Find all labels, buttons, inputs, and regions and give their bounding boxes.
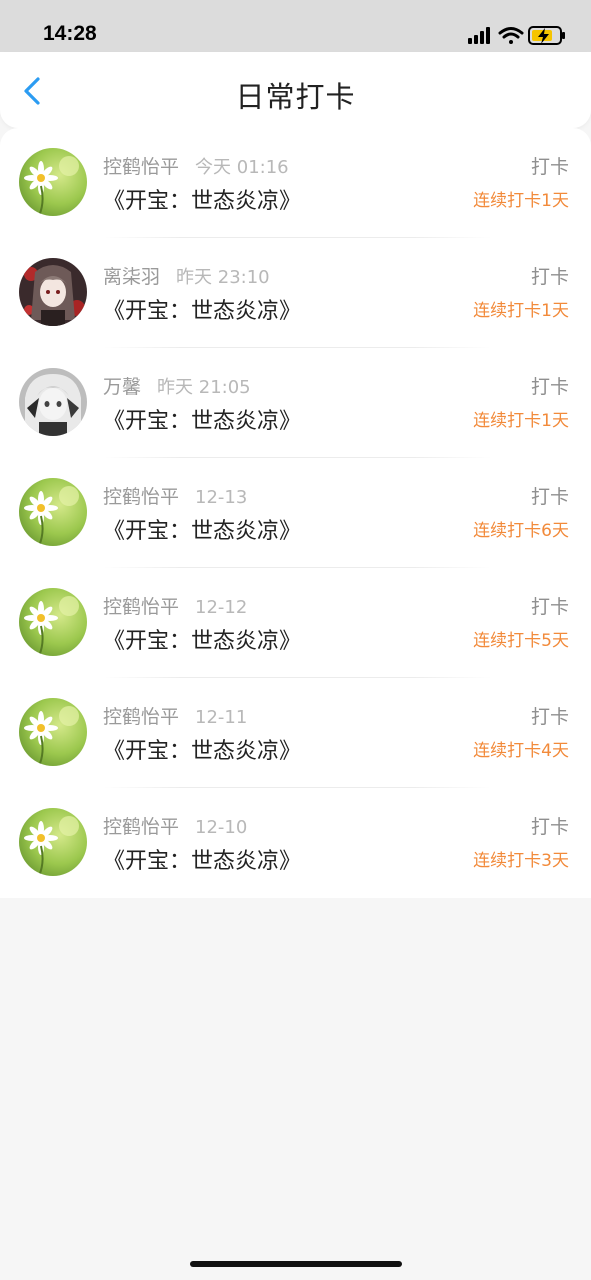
checkin-row[interactable]: 离柒羽 昨天 23:10 《开宝：世态炎凉》 打卡 连续打卡1天 bbox=[0, 238, 591, 348]
checkin-row[interactable]: 万馨 昨天 21:05 《开宝：世态炎凉》 打卡 连续打卡1天 bbox=[0, 348, 591, 458]
action-label: 打卡 bbox=[530, 706, 569, 728]
book-title: 《开宝：世态炎凉》 bbox=[103, 409, 302, 434]
streak-label: 连续打卡1天 bbox=[473, 411, 569, 431]
action-label: 打卡 bbox=[530, 816, 569, 838]
checkin-time: 昨天 23:10 bbox=[176, 267, 270, 288]
avatar[interactable] bbox=[19, 368, 87, 436]
wifi-icon bbox=[498, 27, 524, 44]
checkin-time: 昨天 21:05 bbox=[157, 377, 251, 398]
checkin-time: 12-10 bbox=[195, 817, 248, 838]
book-title: 《开宝：世态炎凉》 bbox=[103, 519, 302, 544]
nav-bar: 日常打卡 bbox=[0, 52, 591, 128]
status-time: 14:28 bbox=[43, 22, 97, 45]
username: 离柒羽 昨天 23:10 bbox=[103, 266, 270, 288]
username: 万馨 昨天 21:05 bbox=[103, 376, 251, 398]
streak-label: 连续打卡1天 bbox=[473, 301, 569, 321]
checkin-list: 控鹤怡平 今天 01:16 《开宝：世态炎凉》 打卡 连续打卡1天 离柒羽 昨天 2… bbox=[0, 128, 591, 898]
checkin-time: 今天 01:16 bbox=[195, 157, 289, 178]
avatar[interactable] bbox=[19, 808, 87, 876]
action-label: 打卡 bbox=[530, 156, 569, 178]
streak-label: 连续打卡4天 bbox=[473, 741, 569, 761]
avatar[interactable] bbox=[19, 698, 87, 766]
book-title: 《开宝：世态炎凉》 bbox=[103, 739, 302, 764]
username: 控鹤怡平 今天 01:16 bbox=[103, 156, 289, 178]
book-title: 《开宝：世态炎凉》 bbox=[103, 849, 302, 874]
book-title: 《开宝：世态炎凉》 bbox=[103, 629, 302, 654]
status-icons bbox=[447, 24, 567, 46]
action-label: 打卡 bbox=[530, 376, 569, 398]
checkin-row[interactable]: 控鹤怡平 12-11 《开宝：世态炎凉》 打卡 连续打卡4天 bbox=[0, 678, 591, 788]
page-title: 日常打卡 bbox=[235, 80, 356, 114]
action-label: 打卡 bbox=[530, 596, 569, 618]
username: 控鹤怡平 12-13 bbox=[103, 486, 248, 508]
username: 控鹤怡平 12-12 bbox=[103, 596, 248, 618]
avatar[interactable] bbox=[19, 258, 87, 326]
status-bar: 14:28 bbox=[0, 0, 591, 52]
checkin-time: 12-13 bbox=[195, 487, 248, 508]
streak-label: 连续打卡6天 bbox=[473, 521, 569, 541]
action-label: 打卡 bbox=[530, 486, 569, 508]
avatar[interactable] bbox=[19, 588, 87, 656]
book-title: 《开宝：世态炎凉》 bbox=[103, 189, 302, 214]
book-title: 《开宝：世态炎凉》 bbox=[103, 299, 302, 324]
checkin-row[interactable]: 控鹤怡平 12-13 《开宝：世态炎凉》 打卡 连续打卡6天 bbox=[0, 458, 591, 568]
avatar[interactable] bbox=[19, 148, 87, 216]
checkin-time: 12-11 bbox=[195, 707, 248, 728]
streak-label: 连续打卡1天 bbox=[473, 191, 569, 211]
battery-charging-icon bbox=[528, 26, 565, 45]
streak-label: 连续打卡5天 bbox=[473, 631, 569, 651]
avatar[interactable] bbox=[19, 478, 87, 546]
checkin-row[interactable]: 控鹤怡平 12-12 《开宝：世态炎凉》 打卡 连续打卡5天 bbox=[0, 568, 591, 678]
action-label: 打卡 bbox=[530, 266, 569, 288]
username: 控鹤怡平 12-10 bbox=[103, 816, 248, 838]
signal-icon bbox=[468, 27, 490, 44]
username: 控鹤怡平 12-11 bbox=[103, 706, 248, 728]
checkin-row[interactable]: 控鹤怡平 今天 01:16 《开宝：世态炎凉》 打卡 连续打卡1天 bbox=[0, 128, 591, 238]
checkin-time: 12-12 bbox=[195, 597, 248, 618]
checkin-row[interactable]: 控鹤怡平 12-10 《开宝：世态炎凉》 打卡 连续打卡3天 bbox=[0, 788, 591, 898]
streak-label: 连续打卡3天 bbox=[473, 851, 569, 871]
home-indicator[interactable] bbox=[190, 1261, 402, 1267]
